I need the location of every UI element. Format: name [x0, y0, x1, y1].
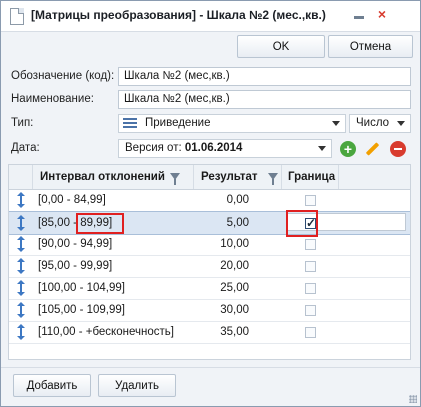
name-field[interactable]: Шкала №2 (мес,кв.): [118, 90, 411, 109]
interval-cell[interactable]: [100,00 - 104,99]: [33, 277, 194, 299]
code-field[interactable]: Шкала №2 (мес,кв.): [118, 67, 411, 86]
type-select[interactable]: Приведение: [118, 114, 346, 133]
add-icon: +: [340, 141, 356, 157]
date-label: Дата:: [11, 142, 40, 154]
edit-icon: [365, 142, 379, 156]
chevron-down-icon[interactable]: [397, 121, 405, 126]
highlight-interval-end: [76, 213, 124, 234]
interval-cell[interactable]: [90,00 - 94,99]: [33, 233, 194, 255]
table-row[interactable]: [85,00 - 89,99] 5,00: [9, 211, 410, 235]
close-icon: ×: [377, 6, 387, 22]
intervals-table: Интервал отклонений Результат Граница [0…: [8, 164, 411, 360]
minimize-icon: [354, 16, 364, 19]
boundary-column-header[interactable]: Граница: [282, 165, 339, 189]
delete-version-button[interactable]: [389, 140, 407, 158]
table-header: Интервал отклонений Результат Граница: [9, 165, 410, 190]
code-label: Обозначение (код):: [11, 70, 115, 82]
result-cell[interactable]: 0,00: [194, 189, 282, 211]
title-bar: [Матрицы преобразования] - Шкала №2 (мес…: [1, 1, 420, 32]
highlight-boundary-checkbox: [286, 210, 318, 237]
edit-version-button[interactable]: [363, 140, 381, 158]
cancel-button[interactable]: Отмена: [328, 35, 413, 58]
result-cell[interactable]: 10,00: [194, 233, 282, 255]
result-cell[interactable]: 35,00: [194, 321, 282, 343]
delete-icon: [390, 141, 406, 157]
version-text: Версия от: 01.06.2014: [125, 142, 242, 154]
type-value: Приведение: [145, 117, 211, 129]
version-date-select[interactable]: Версия от: 01.06.2014: [118, 139, 332, 158]
version-date: 01.06.2014: [184, 142, 243, 154]
list-icon: [123, 118, 137, 129]
version-prefix: Версия от:: [125, 142, 185, 154]
move-vertical-icon[interactable]: [16, 324, 26, 340]
move-vertical-icon[interactable]: [16, 215, 26, 231]
result-cell[interactable]: 5,00: [194, 212, 282, 234]
interval-column-header[interactable]: Интервал отклонений: [33, 165, 194, 189]
table-row[interactable]: [100,00 - 104,99] 25,00: [9, 277, 410, 300]
interval-cell[interactable]: [105,00 - 109,99]: [33, 299, 194, 321]
interval-cell[interactable]: [110,00 - +бесконечность]: [33, 321, 194, 343]
move-vertical-icon[interactable]: [16, 258, 26, 274]
table-row[interactable]: [105,00 - 109,99] 30,00: [9, 299, 410, 322]
result-cell[interactable]: 30,00: [194, 299, 282, 321]
table-row[interactable]: [95,00 - 99,99] 20,00: [9, 255, 410, 278]
move-vertical-icon[interactable]: [16, 280, 26, 296]
move-vertical-icon[interactable]: [16, 236, 26, 252]
type-label: Тип:: [11, 117, 34, 129]
close-button[interactable]: ×: [371, 5, 393, 23]
resize-grip[interactable]: [409, 395, 417, 403]
window-title: [Матрицы преобразования] - Шкала №2 (мес…: [31, 8, 326, 22]
add-button[interactable]: Добавить: [13, 374, 91, 397]
result-cell[interactable]: 20,00: [194, 255, 282, 277]
interval-cell[interactable]: [0,00 - 84,99]: [33, 189, 194, 211]
ok-button[interactable]: OK: [237, 35, 325, 58]
move-vertical-icon[interactable]: [16, 192, 26, 208]
result-cell[interactable]: 25,00: [194, 277, 282, 299]
footer-separator: [1, 367, 420, 368]
delete-button[interactable]: Удалить: [98, 374, 176, 397]
add-version-button[interactable]: +: [339, 140, 357, 158]
table-row[interactable]: [0,00 - 84,99] 0,00: [9, 189, 410, 212]
document-icon: [10, 8, 24, 25]
minimize-button[interactable]: [348, 5, 370, 23]
table-row[interactable]: [110,00 - +бесконечность] 35,00: [9, 321, 410, 344]
interval-cell[interactable]: [95,00 - 99,99]: [33, 255, 194, 277]
table-row[interactable]: [90,00 - 94,99] 10,00: [9, 233, 410, 256]
boundary-checkbox[interactable]: [305, 260, 316, 272]
boundary-checkbox[interactable]: [305, 194, 316, 206]
boundary-checkbox[interactable]: [305, 304, 316, 316]
number-type-select[interactable]: Число: [349, 114, 411, 133]
transformation-matrix-dialog: [Матрицы преобразования] - Шкала №2 (мес…: [0, 0, 421, 407]
chevron-down-icon[interactable]: [318, 146, 326, 151]
chevron-down-icon[interactable]: [332, 121, 340, 126]
result-column-header[interactable]: Результат: [194, 165, 282, 189]
filter-icon[interactable]: [170, 173, 180, 185]
name-label: Наименование:: [11, 93, 94, 105]
drag-column-header: [9, 165, 33, 189]
move-vertical-icon[interactable]: [16, 302, 26, 318]
boundary-checkbox[interactable]: [305, 282, 316, 294]
boundary-checkbox[interactable]: [305, 326, 316, 338]
boundary-checkbox[interactable]: [305, 238, 316, 250]
filter-icon[interactable]: [268, 173, 278, 185]
number-type-value: Число: [356, 117, 390, 129]
